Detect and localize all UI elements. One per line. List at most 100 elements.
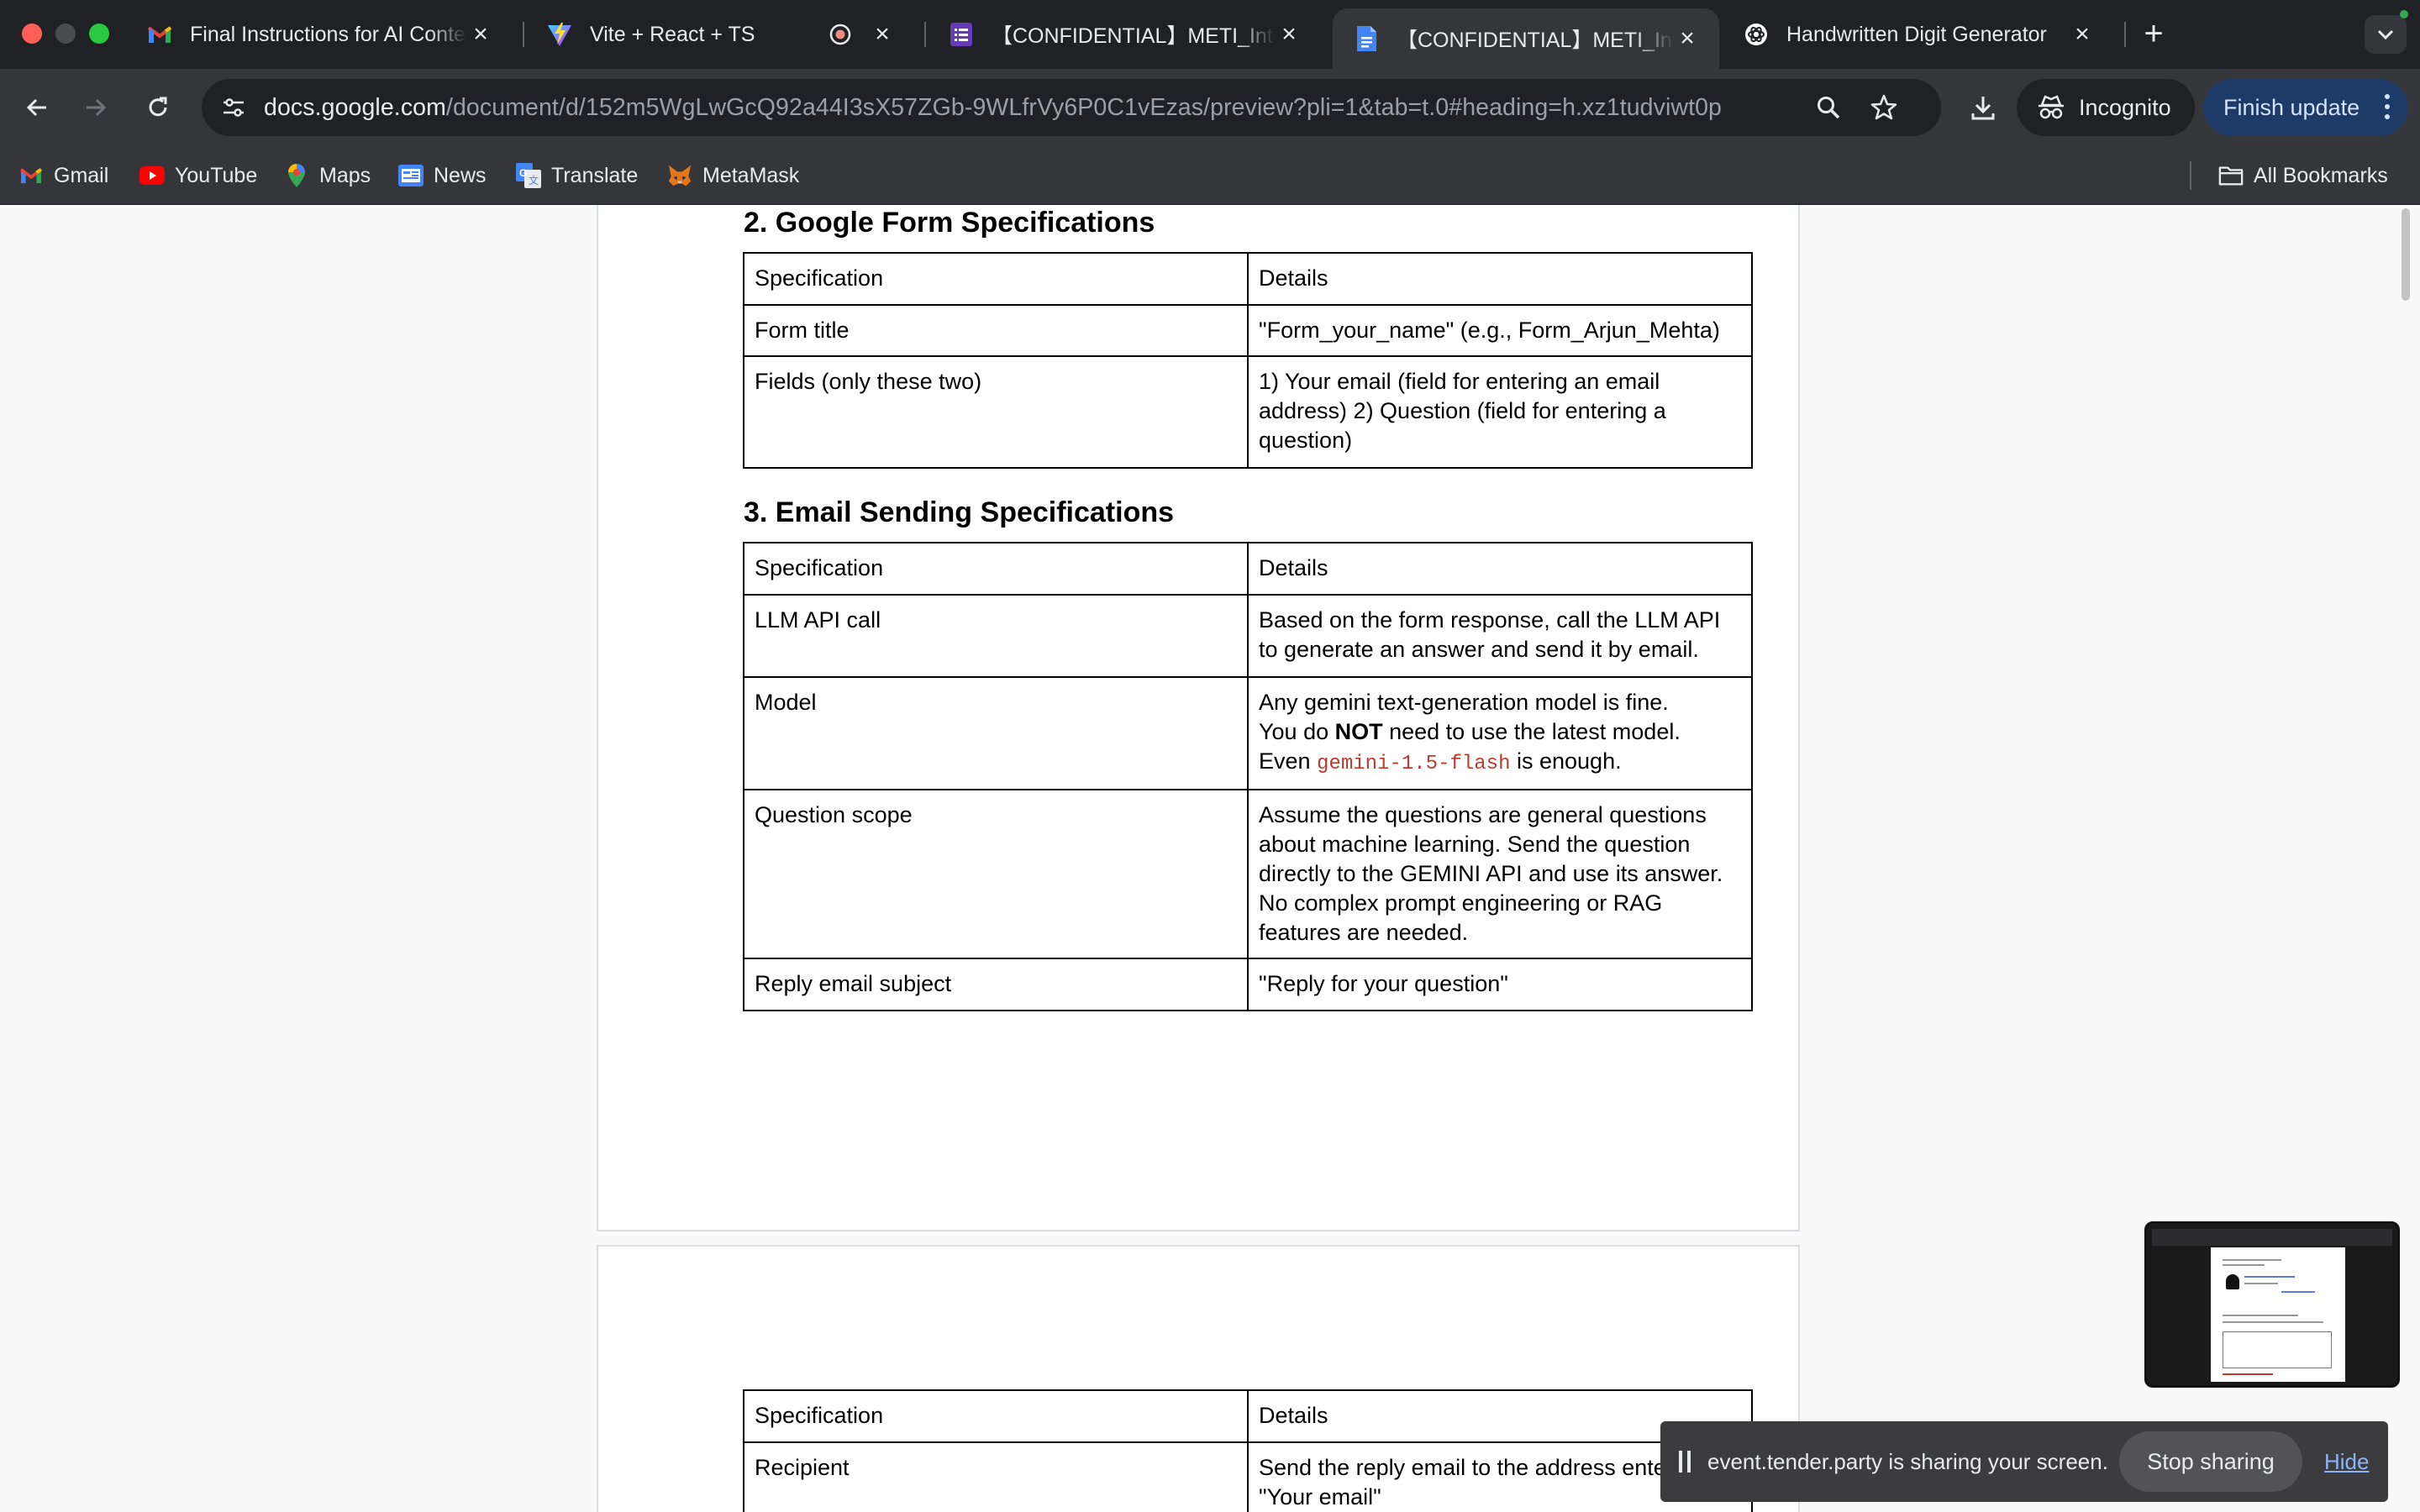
- table-cell: Form title: [743, 304, 1249, 357]
- bookmark-label: News: [434, 163, 487, 187]
- svg-text:文: 文: [529, 174, 539, 186]
- table-cell: Based on the form response, call the LLM…: [1247, 594, 1753, 678]
- preview-page: [2211, 1247, 2345, 1382]
- site-info-button[interactable]: [213, 87, 254, 128]
- tab-docs-active[interactable]: 【CONFIDENTIAL】METI_Intern ×: [1333, 8, 1719, 69]
- tab-title: 【CONFIDENTIAL】METI_Intern: [992, 24, 1276, 48]
- bookmarks-divider: [2190, 161, 2191, 190]
- all-bookmarks-button[interactable]: All Bookmarks: [2218, 158, 2388, 193]
- bookmark-metamask[interactable]: MetaMask: [667, 158, 799, 193]
- vite-icon: [546, 21, 573, 48]
- downloads-button[interactable]: [1963, 87, 2003, 128]
- tab-gmail[interactable]: Final Instructions for AI Content ×: [126, 10, 513, 59]
- close-icon[interactable]: ×: [467, 20, 494, 48]
- sharing-message: event.tender.party is sharing your scree…: [1707, 1448, 2108, 1474]
- forms-icon: [948, 21, 975, 48]
- bookmark-youtube[interactable]: YouTube: [139, 158, 257, 193]
- bookmark-maps[interactable]: Maps: [284, 158, 371, 193]
- tab-search-button[interactable]: [2365, 15, 2407, 54]
- table-row: Recipient Send the reply email to the ad…: [743, 1441, 1753, 1512]
- bookmark-news[interactable]: News: [398, 158, 487, 193]
- download-icon: [1971, 97, 1995, 120]
- address-bar[interactable]: docs.google.com/document/d/152m5WgLwGcQ9…: [202, 79, 1941, 136]
- screen-sharing-bar: event.tender.party is sharing your scree…: [1660, 1421, 2388, 1502]
- table-cell: Any gemini text-generation model is fine…: [1247, 676, 1753, 790]
- window-maximize-button[interactable]: [89, 24, 109, 44]
- folder-icon: [2218, 163, 2244, 188]
- table-row: Reply email subject "Reply for your ques…: [743, 958, 1753, 1011]
- zoom-search-icon[interactable]: [1813, 92, 1844, 123]
- close-icon[interactable]: ×: [869, 20, 896, 48]
- model-code: gemini-1.5-flash: [1317, 753, 1511, 775]
- pause-icon[interactable]: [1679, 1451, 1691, 1473]
- bookmark-label: Maps: [319, 163, 371, 187]
- finish-update-button[interactable]: Finish update: [2203, 79, 2408, 136]
- email-spec-table: Specification Details LLM API call Based…: [743, 542, 1753, 1011]
- document-page: Specification Details Recipient Send the…: [597, 1245, 1800, 1512]
- table-cell: Reply email subject: [743, 958, 1249, 1011]
- document-page: 2. Google Form Specifications Specificat…: [597, 205, 1800, 1231]
- table-row: Form title "Form_your_name" (e.g., Form_…: [743, 304, 1753, 357]
- url-text[interactable]: docs.google.com/document/d/152m5WgLwGcQ9…: [264, 79, 1722, 136]
- table-cell: 1) Your email (field for entering an ema…: [1247, 355, 1753, 469]
- model-line-2-pre: You do: [1259, 719, 1335, 744]
- openai-icon: [1743, 21, 1770, 48]
- tab-vite[interactable]: Vite + React + TS ×: [526, 10, 914, 59]
- tab-openai[interactable]: Handwritten Digit Generator ×: [1723, 10, 2114, 59]
- recording-indicator: [2400, 10, 2408, 18]
- bookmark-translate[interactable]: G文 Translate: [516, 158, 638, 193]
- table-row: Model Any gemini text-generation model i…: [743, 676, 1753, 790]
- form-spec-table: Specification Details Form title "Form_y…: [743, 252, 1753, 469]
- screen-share-preview[interactable]: [2144, 1221, 2400, 1388]
- svg-text:G: G: [519, 167, 527, 179]
- model-line-3-post: is enough.: [1510, 748, 1622, 774]
- new-tab-button[interactable]: +: [2138, 17, 2170, 50]
- model-line-1: Any gemini text-generation model is fine…: [1259, 690, 1669, 715]
- tab-divider: [2124, 22, 2126, 47]
- chevron-down-icon: [2377, 29, 2394, 40]
- window-minimize-button[interactable]: [55, 24, 76, 44]
- incognito-label: Incognito: [2079, 94, 2171, 120]
- bookmarks-bar: Gmail YouTube Maps News G文 Translate Met…: [0, 146, 2420, 205]
- maps-icon: [284, 163, 309, 188]
- tab-divider: [523, 22, 524, 47]
- back-button[interactable]: [17, 87, 57, 128]
- bookmark-gmail[interactable]: Gmail: [18, 158, 108, 193]
- reload-button[interactable]: [138, 87, 178, 128]
- bookmark-star-icon[interactable]: [1869, 92, 1899, 123]
- stop-sharing-button[interactable]: Stop sharing: [2119, 1431, 2302, 1492]
- forward-button[interactable]: [76, 87, 116, 128]
- table-header-cell: Specification: [743, 1389, 1249, 1443]
- bookmark-label: MetaMask: [702, 163, 800, 187]
- table-row: Question scope Assume the questions are …: [743, 789, 1753, 959]
- gmail-icon: [146, 21, 173, 48]
- url-host: docs.google.com: [264, 94, 446, 121]
- browser-toolbar: docs.google.com/document/d/152m5WgLwGcQ9…: [0, 69, 2420, 146]
- tune-icon: [224, 98, 244, 117]
- table-cell: "Form_your_name" (e.g., Form_Arjun_Mehta…: [1247, 304, 1753, 357]
- tab-title: Handwritten Digit Generator: [1786, 22, 2047, 46]
- finish-update-label: Finish update: [2223, 94, 2360, 120]
- table-header-row: Specification Details: [743, 252, 1753, 306]
- incognito-button[interactable]: Incognito: [2017, 79, 2195, 136]
- document-viewport[interactable]: 2. Google Form Specifications Specificat…: [0, 205, 2420, 1512]
- arrow-right-icon: [87, 98, 107, 117]
- tab-forms[interactable]: 【CONFIDENTIAL】METI_Intern ×: [928, 10, 1321, 59]
- tab-title: 【CONFIDENTIAL】METI_Intern: [1397, 29, 1674, 52]
- bookmark-label: Gmail: [54, 163, 109, 187]
- table-row: Fields (only these two) 1) Your email (f…: [743, 355, 1753, 469]
- table-cell: Question scope: [743, 789, 1249, 959]
- table-row: LLM API call Based on the form response,…: [743, 594, 1753, 678]
- hide-link[interactable]: Hide: [2324, 1421, 2369, 1502]
- model-line-3-pre: Even: [1259, 748, 1318, 774]
- more-vert-icon[interactable]: [2385, 94, 2390, 121]
- scrollbar-thumb[interactable]: [2402, 208, 2410, 301]
- window-close-button[interactable]: [22, 24, 42, 44]
- table-cell: Model: [743, 676, 1249, 790]
- close-icon[interactable]: ×: [1674, 24, 1701, 52]
- youtube-icon: [139, 163, 165, 188]
- model-line-2-bold: NOT: [1334, 719, 1383, 744]
- section-heading: 3. Email Sending Specifications: [744, 496, 1175, 528]
- close-icon[interactable]: ×: [2069, 20, 2096, 48]
- close-icon[interactable]: ×: [1276, 20, 1302, 48]
